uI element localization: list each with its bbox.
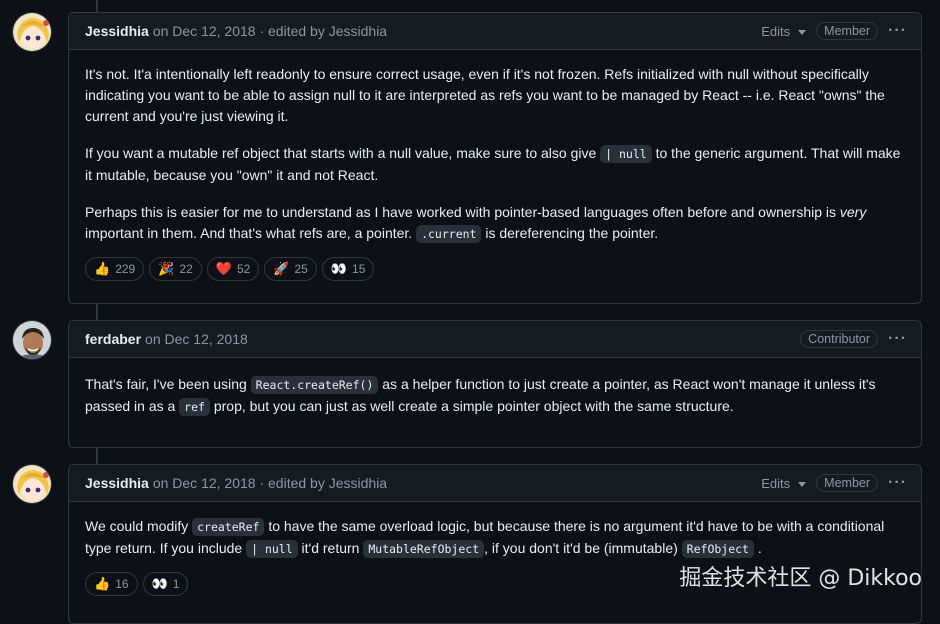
reaction-count: 22 [179, 262, 192, 276]
avatar-image [13, 13, 52, 52]
reaction-count: 16 [115, 577, 128, 591]
reaction-eyes[interactable]: 👀 15 [322, 257, 375, 281]
chevron-down-icon [798, 482, 806, 487]
eyes-icon: 👀 [331, 261, 347, 277]
more-options-icon[interactable]: ··· [888, 330, 907, 348]
role-badge: Member [816, 22, 878, 40]
reaction-count: 15 [352, 262, 365, 276]
avatar[interactable] [12, 12, 52, 52]
inline-code: | null [600, 145, 652, 163]
comment-meta[interactable]: on Dec 12, 2018 · edited by Jessidhia [153, 23, 387, 39]
role-badge: Member [816, 474, 878, 492]
more-options-icon[interactable]: ··· [888, 474, 907, 492]
comment-paragraph: That's fair, I've been using React.creat… [85, 374, 905, 418]
inline-code: createRef [192, 518, 264, 536]
comment-paragraph: If you want a mutable ref object that st… [85, 143, 905, 186]
inline-code: | null [246, 540, 298, 558]
avatar[interactable] [12, 464, 52, 504]
edits-dropdown[interactable]: Edits [761, 24, 806, 39]
comment: Jessidhia on Dec 12, 2018 · edited by Je… [68, 12, 922, 304]
comment-paragraph: We could modify createRef to have the sa… [85, 516, 905, 560]
inline-code: MutableRefObject [363, 540, 484, 558]
avatar-image [13, 321, 52, 360]
comment-meta[interactable]: on Dec 12, 2018 · edited by Jessidhia [153, 475, 387, 491]
inline-code: .current [416, 225, 481, 243]
comment-meta[interactable]: on Dec 12, 2018 [145, 331, 248, 347]
avatar-image [13, 465, 52, 504]
comment: Jessidhia on Dec 12, 2018 · edited by Je… [68, 464, 922, 624]
comment: ferdaber on Dec 12, 2018 Contributor ···… [68, 320, 922, 448]
heart-icon: ❤️ [216, 261, 232, 277]
watermark: 掘金技术社区 @ Dikkoo [679, 560, 922, 592]
reaction-count: 1 [173, 577, 180, 591]
comment-body: That's fair, I've been using React.creat… [69, 358, 921, 430]
edits-label: Edits [761, 476, 790, 491]
author-name[interactable]: Jessidhia [85, 23, 149, 39]
eyes-icon: 👀 [152, 576, 168, 592]
author-name[interactable]: ferdaber [85, 331, 141, 347]
comment-header: ferdaber on Dec 12, 2018 Contributor ··· [69, 321, 921, 358]
reaction-count: 229 [115, 262, 135, 276]
inline-code: ref [179, 398, 210, 416]
comment-paragraph: Perhaps this is easier for me to underst… [85, 202, 905, 245]
rocket-icon: 🚀 [273, 261, 289, 277]
edits-label: Edits [761, 24, 790, 39]
author-name[interactable]: Jessidhia [85, 475, 149, 491]
role-badge: Contributor [800, 330, 878, 348]
reaction-rocket[interactable]: 🚀 25 [264, 257, 317, 281]
reaction-thumbs-up[interactable]: 👍 16 [85, 572, 138, 596]
reaction-heart[interactable]: ❤️ 52 [207, 257, 260, 281]
comment-header: Jessidhia on Dec 12, 2018 · edited by Je… [69, 13, 921, 50]
more-options-icon[interactable]: ··· [888, 22, 907, 40]
reaction-count: 52 [237, 262, 250, 276]
reaction-thumbs-up[interactable]: 👍 229 [85, 257, 144, 281]
inline-code: React.createRef() [251, 376, 379, 394]
party-popper-icon: 🎉 [158, 261, 174, 277]
reaction-hooray[interactable]: 🎉 22 [149, 257, 202, 281]
reaction-count: 25 [295, 262, 308, 276]
edits-dropdown[interactable]: Edits [761, 476, 806, 491]
avatar[interactable] [12, 320, 52, 360]
chevron-down-icon [798, 30, 806, 35]
comment-paragraph: It's not. It'a intentionally left readon… [85, 64, 905, 127]
reactions-bar: 👍 229 🎉 22 ❤️ 52 🚀 25 👀 15 [69, 257, 921, 281]
thumbs-up-icon: 👍 [94, 576, 110, 592]
reaction-eyes[interactable]: 👀1 [143, 572, 189, 596]
inline-code: RefObject [682, 540, 754, 558]
comment-header: Jessidhia on Dec 12, 2018 · edited by Je… [69, 465, 921, 502]
comment-body: It's not. It'a intentionally left readon… [69, 50, 921, 257]
thumbs-up-icon: 👍 [94, 261, 110, 277]
